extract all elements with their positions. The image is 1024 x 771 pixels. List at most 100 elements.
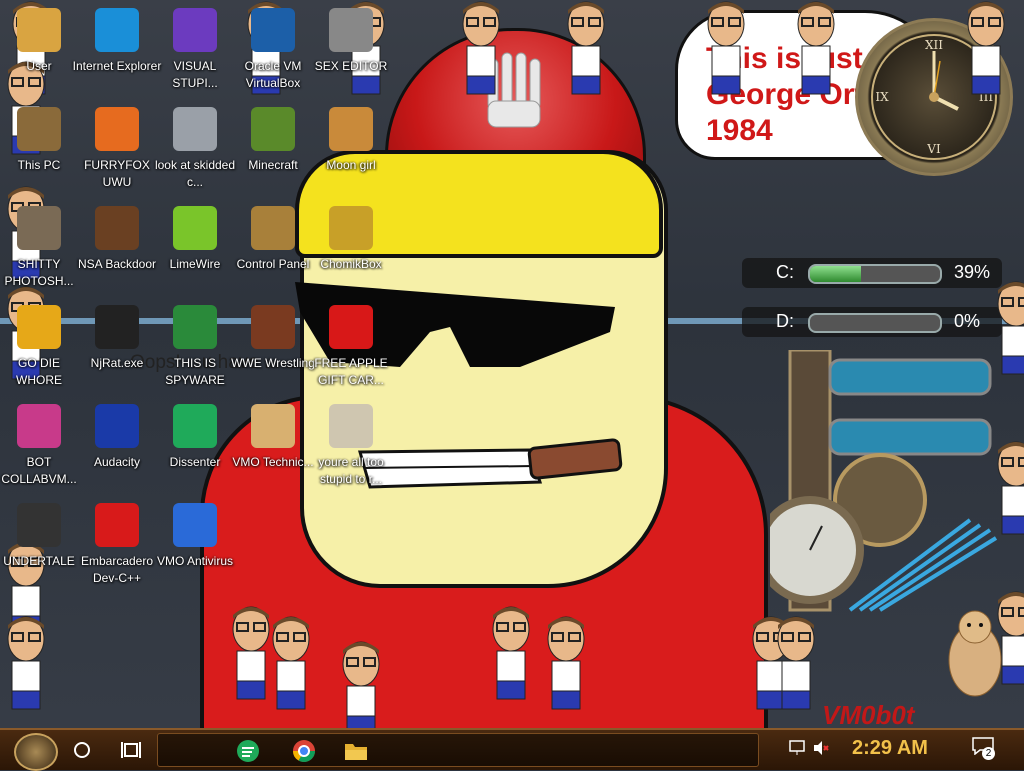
shield-icon [173,503,217,547]
taskbar-apps [157,733,759,767]
hank-hill-sticker [272,616,310,710]
svg-text:XII: XII [925,38,943,52]
hank-hill-sticker [797,1,835,95]
hank-hill-sticker [547,616,585,710]
desktop-icon[interactable]: Minecraft [228,101,318,195]
desktop-icon-label: Internet Explorer [72,59,162,73]
drive-meter-track [808,313,942,333]
desktop-icon-label: Control Panel [236,257,310,271]
desktop-icon[interactable]: SEX EDITOR [306,2,396,96]
desktop-icon-label: Minecraft [248,158,298,172]
desktop-icon-label: ChomikBox [320,257,382,271]
desktop-icon[interactable]: NSA Backdoor [72,200,162,294]
dissenter-app-button[interactable] [234,737,262,765]
document-icon [329,8,373,52]
dissenter-icon [237,740,259,762]
desktop-icon-label: Moon girl [326,158,376,172]
search-icon[interactable] [72,740,92,760]
notification-center-button[interactable]: 2 [972,737,996,760]
hank-hill-sticker [707,1,745,95]
desktop-icon-label: SEX EDITOR [314,59,388,73]
desktop-icon-label: Audacity [93,455,141,469]
desktop-icon-label: WWE Wrestling [231,356,315,370]
desktop-icon[interactable]: VMO Technic... [228,398,318,492]
desktop-icon-label: VISUAL STUPI... [172,59,218,90]
desktop-icon[interactable]: NjRat.exe [72,299,162,393]
portrait-icon [329,404,373,448]
drive-meter-c: C: 39% [742,258,1002,288]
desktop-icon-label: youre all too stupid to r... [318,455,384,486]
desktop-icon[interactable]: Moon girl [306,101,396,195]
vm-watermark: VM0b0t [822,700,915,728]
taskbar: 2:29 AM 2 [0,728,1024,771]
desktop: Oops! ...u have ... ...s been deemed ina… [0,0,1024,728]
desktop-icon-label: VMO Antivirus [156,554,234,568]
this-pc-icon [17,107,61,151]
folder-icon [345,744,367,760]
desktop-icon-label: FREE APPLE GIFT CAR... [314,356,388,387]
desktop-icon[interactable]: FREE APPLE GIFT CAR... [306,299,396,393]
drive-meter-label: C: [776,262,794,282]
apple-icon [329,305,373,349]
desktop-icon[interactable]: WWE Wrestling [228,299,318,393]
desktop-icon[interactable]: Dissenter [150,398,240,492]
drive-meter-track [808,264,942,284]
doctor-icon [251,404,295,448]
desktop-icon[interactable]: FURRYFOX UWU [72,101,162,195]
desktop-icon[interactable]: youre all too stupid to r... [306,398,396,492]
chrome-icon [173,305,217,349]
desktop-icon-label: NjRat.exe [90,356,144,370]
limewire-icon [173,206,217,250]
hank-hill-sticker [567,1,605,95]
steampunk-monitor-icon [95,206,139,250]
desktop-icon-label: FURRYFOX UWU [84,158,150,189]
desktop-icon[interactable]: Internet Explorer [72,2,162,96]
start-button[interactable] [14,733,58,771]
desktop-icon-label: THIS IS SPYWARE [165,356,225,387]
desktop-icon-label: NSA Backdoor [77,257,157,271]
dissenter-icon [173,404,217,448]
edge-icon [95,8,139,52]
bot-monitor-icon [17,404,61,448]
desktop-icon[interactable]: Embarcadero Dev-C++ [72,497,162,591]
copy-pages-icon [173,107,217,151]
desktop-icon[interactable]: LimeWire [150,200,240,294]
desktop-icon-label: look at skidded c... [154,158,236,189]
desktop-icon[interactable]: VMO Antivirus [150,497,240,591]
unity-icon [17,503,61,547]
hank-hill-sticker [967,1,1005,95]
system-tray: 2:29 AM 2 [776,733,1016,765]
virtualbox-icon [251,8,295,52]
desktop-icon[interactable]: THIS IS SPYWARE [150,299,240,393]
svg-text:VI: VI [926,142,941,156]
volume-muted-icon[interactable] [812,739,830,757]
desktop-icon[interactable]: look at skidded c... [150,101,240,195]
desktop-icon[interactable]: Control Panel [228,200,318,294]
svg-text:IX: IX [875,90,889,104]
task-view-icon[interactable] [120,740,142,760]
desktop-icon[interactable]: ChomikBox [306,200,396,294]
wwe-icon [251,305,295,349]
desktop-icon[interactable]: VISUAL STUPI... [150,2,240,96]
drive-meter-label: D: [776,311,794,331]
chrome-icon [293,740,315,762]
hank-hill-sticker [997,281,1024,375]
drive-meter-d: D: 0% [742,307,1002,337]
drive-meter-percent: 39% [954,262,991,282]
hank-hill-sticker [492,606,530,700]
hank-hill-sticker [7,616,45,710]
firefox-icon [95,107,139,151]
desktop-icon[interactable]: Audacity [72,398,162,492]
file-explorer-app-button[interactable] [342,737,370,765]
network-icon[interactable] [788,739,806,757]
devcpp-icon [95,503,139,547]
desktop-icon-label: Embarcadero Dev-C++ [80,554,154,585]
desktop-icon-label: Dissenter [169,455,221,469]
folder-icon [329,107,373,151]
desktop-icon-label: VMO Technic... [232,455,314,469]
desktop-icon[interactable]: Oracle VM VirtualBox [228,2,318,96]
chrome-app-button[interactable] [290,737,318,765]
hank-hill-sticker [342,641,380,728]
taskbar-clock[interactable]: 2:29 AM [852,737,928,760]
dev-editor-icon [17,305,61,349]
